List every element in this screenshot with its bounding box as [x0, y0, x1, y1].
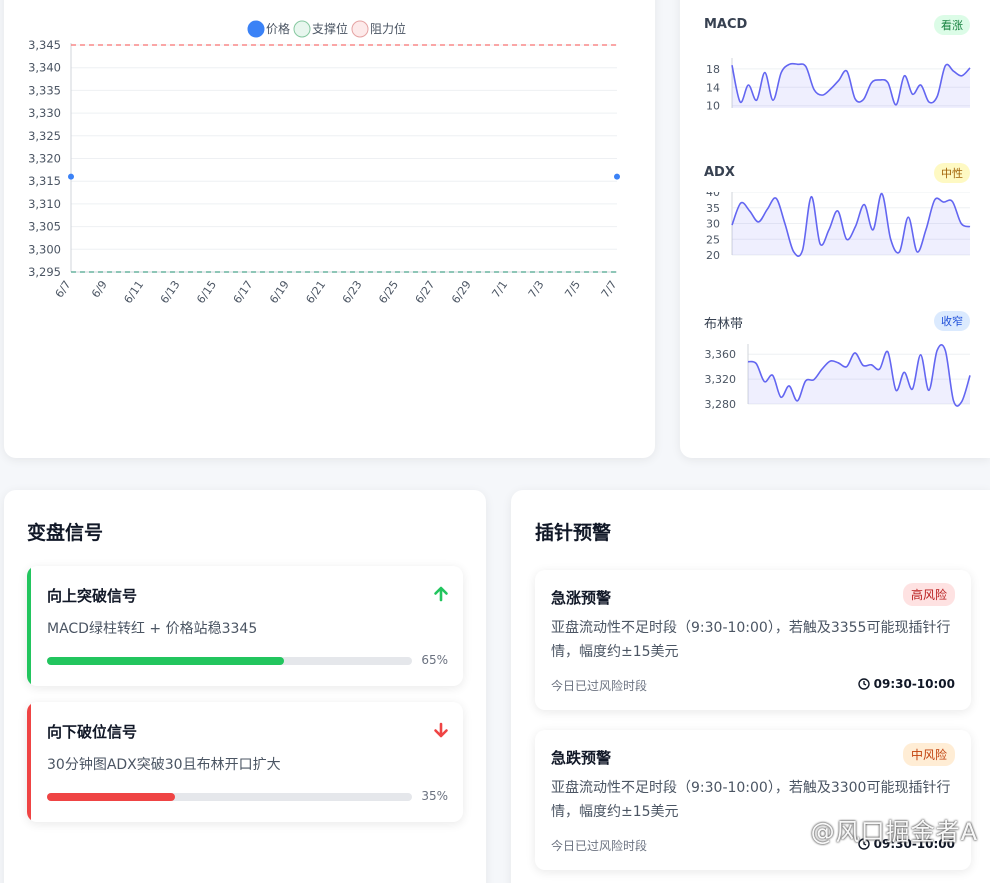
x-tick-label: 7/5 [562, 278, 583, 300]
x-tick-label: 6/19 [267, 278, 292, 306]
adx-chart: 20 25 30 35 40 [706, 192, 971, 262]
signal-progress-track [47, 657, 412, 665]
pin-time: 09:30-10:00 [857, 677, 955, 691]
signal-percent: 35% [421, 789, 448, 803]
y-tick-label: 30 [706, 218, 720, 231]
bollinger-label: 布林带 [704, 317, 744, 332]
pin-status: 今日已过风险时段 [551, 679, 648, 693]
signal-title: 向下破位信号 [47, 723, 138, 741]
legend-label: 支撑位 [312, 21, 348, 36]
price-point [68, 173, 74, 180]
x-tick-label: 6/15 [194, 278, 219, 306]
y-tick-label: 18 [706, 63, 720, 76]
x-tick-label: 7/3 [526, 278, 547, 300]
x-tick-label: 6/29 [449, 278, 474, 306]
y-tick-label: 3,330 [28, 106, 61, 120]
signal-progress-fill [47, 657, 285, 665]
signal-desc: MACD绿柱转红 + 价格站稳3345 [47, 621, 258, 637]
signal-accent-bar [27, 566, 31, 686]
clock-icon [857, 678, 870, 690]
pin-title: 急涨预警 [551, 589, 612, 607]
y-tick-label: 3,360 [705, 348, 737, 361]
risk-badge: 中风险 [902, 743, 955, 766]
pin-status: 今日已过风险时段 [551, 839, 648, 853]
legend-label: 阻力位 [370, 21, 406, 36]
pin-title: 急跌预警 [551, 749, 612, 767]
y-tick-label: 14 [706, 81, 720, 94]
adx-label: ADX [704, 165, 735, 180]
y-tick-label: 10 [706, 100, 720, 113]
watermark: @风口掘金者A [810, 818, 978, 846]
indicator-area [732, 193, 970, 257]
price-chart-card: 价格 支撑位 阻力位 3,295 3,300 3,305 3,310 3,315 3,320 3,… [4, 0, 655, 458]
x-tick-label: 7/1 [489, 278, 510, 300]
x-tick-label: 6/17 [231, 278, 256, 306]
price-point [614, 173, 620, 180]
signal-title: 向上突破信号 [47, 587, 138, 605]
macd-label: MACD [704, 17, 748, 32]
y-tick-label: 25 [706, 233, 720, 246]
signals-title: 变盘信号 [27, 522, 104, 544]
x-tick-label: 6/27 [413, 278, 438, 306]
y-tick-label: 3,320 [705, 373, 737, 386]
bollinger-chart: 3,280 3,320 3,360 [705, 344, 971, 411]
signal-progress-track [47, 793, 412, 801]
macd-badge: 看涨 [934, 15, 970, 35]
y-tick-label: 3,295 [28, 265, 61, 279]
x-tick-label: 6/23 [340, 278, 365, 306]
signals-card: 变盘信号 向上突破信号 MACD绿柱转红 + 价格站稳3345 65% 向下破位… [4, 490, 486, 883]
arrow-down-icon [434, 722, 448, 738]
x-tick-label: 7/7 [599, 278, 620, 300]
legend-swatch [293, 20, 311, 38]
x-tick-label: 6/13 [158, 278, 183, 306]
adx-badge: 中性 [934, 163, 970, 183]
price-chart: 价格 支撑位 阻力位 3,295 3,300 3,305 3,310 3,315 3,320 3,… [28, 20, 620, 306]
y-tick-label: 3,280 [705, 398, 737, 411]
x-tick-label: 6/7 [53, 278, 74, 300]
pin-desc: 亚盘流动性不足时段（9:30-10:00），若触及3355可能现插针行情，幅度约… [551, 620, 951, 660]
signal-item-down[interactable]: 向下破位信号 30分钟图ADX突破30且布林开口扩大 35% [27, 702, 463, 822]
legend-label: 价格 [266, 21, 290, 36]
signal-percent: 65% [421, 653, 448, 667]
signal-progress-fill [47, 793, 175, 801]
y-tick-label: 3,315 [28, 174, 61, 188]
x-tick-label: 6/21 [303, 278, 328, 306]
y-tick-label: 20 [706, 249, 720, 262]
legend-swatch [247, 20, 265, 38]
macd-chart: 10 14 18 [706, 58, 971, 113]
x-tick-label: 6/25 [376, 278, 401, 306]
pin-time-text: 09:30-10:00 [873, 677, 955, 691]
y-tick-label: 35 [706, 202, 720, 215]
x-tick-label: 6/11 [121, 278, 146, 306]
y-tick-label: 3,340 [28, 61, 61, 75]
pin-item-surge[interactable]: 急涨预警 高风险 亚盘流动性不足时段（9:30-10:00），若触及3355可能… [535, 570, 971, 710]
pin-warning-title: 插针预警 [535, 522, 612, 544]
arrow-up-icon [434, 586, 448, 602]
legend-swatch [351, 20, 369, 38]
y-tick-label: 3,300 [28, 242, 61, 256]
signal-accent-bar [27, 702, 31, 822]
signal-item-up[interactable]: 向上突破信号 MACD绿柱转红 + 价格站稳3345 65% [27, 566, 463, 686]
y-tick-label: 40 [706, 192, 720, 199]
signal-desc: 30分钟图ADX突破30且布林开口扩大 [47, 757, 281, 773]
risk-badge: 高风险 [902, 583, 955, 606]
y-tick-label: 3,345 [28, 38, 61, 52]
pin-item-plunge[interactable]: 急跌预警 中风险 亚盘流动性不足时段（9:30-10:00），若触及3300可能… [535, 730, 971, 870]
indicator-card: MACD 看涨 10 14 18 ADX 中性 20 25 30 35 40 布林带 收窄 … [680, 0, 990, 458]
bollinger-badge: 收窄 [934, 311, 970, 331]
y-tick-label: 3,335 [28, 83, 61, 97]
y-tick-label: 3,320 [28, 152, 61, 166]
y-tick-label: 3,325 [28, 129, 61, 143]
x-tick-label: 6/9 [89, 278, 110, 300]
y-tick-label: 3,305 [28, 220, 61, 234]
y-tick-label: 3,310 [28, 197, 61, 211]
